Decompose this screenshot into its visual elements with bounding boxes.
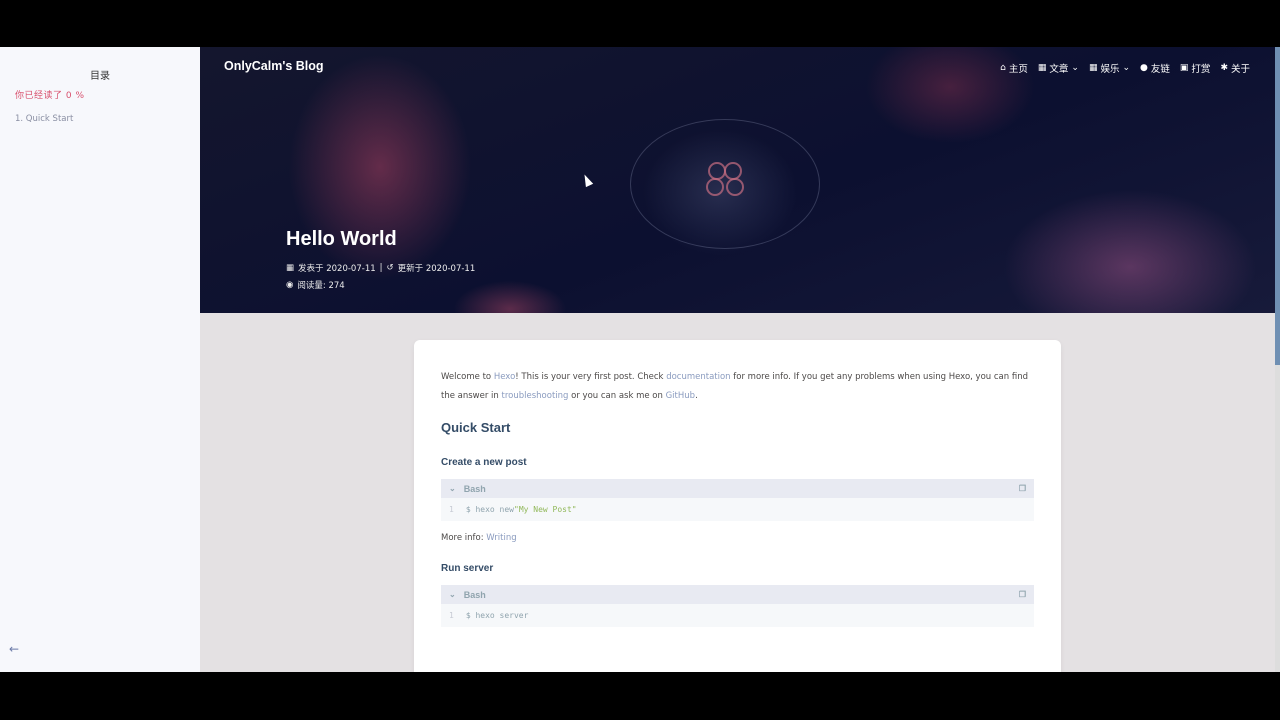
- page-scrollbar[interactable]: [1275, 47, 1280, 672]
- writing-link[interactable]: Writing: [486, 533, 516, 543]
- code-line: 1 $ hexo server: [441, 604, 1034, 627]
- menu-item-home[interactable]: ⌂ 主页: [1000, 61, 1028, 75]
- scrollbar-thumb[interactable]: [1275, 47, 1280, 365]
- main-menu: ⌂ 主页 ▦ 文章 ⌄ ▦ 娱乐 ⌄ ● 友链 ▣ 打赏 ✱ 关于: [1000, 61, 1250, 75]
- heading-create-post: Create a new post: [441, 457, 527, 468]
- hexo-link[interactable]: Hexo: [494, 372, 515, 382]
- meta-separator: |: [379, 263, 383, 273]
- published-date: 发表于 2020-07-11: [298, 264, 376, 274]
- copy-icon[interactable]: ❐: [1019, 590, 1026, 599]
- gift-icon: ▣: [1179, 63, 1189, 73]
- intro-text: or you can ask me on: [568, 391, 666, 401]
- intro-text: .: [695, 391, 698, 401]
- more-info-label: More info:: [441, 533, 487, 543]
- menu-item-articles[interactable]: ▦ 文章 ⌄: [1038, 61, 1079, 75]
- browser-viewport: 目录 你已经读了 0 % 1. Quick Start ← OnlyCalm's…: [0, 47, 1280, 672]
- calendar-icon: ▦: [286, 263, 295, 273]
- menu-label: 友链: [1150, 64, 1170, 75]
- code-block: ⌄ Bash ❐ 1 $ hexo new "My New Post": [441, 479, 1034, 521]
- jellyfish-pattern-image: [706, 162, 744, 196]
- more-info: More info: Writing: [441, 533, 1034, 543]
- menu-item-donate[interactable]: ▣ 打赏: [1180, 61, 1211, 75]
- code-command: $ hexo server: [465, 611, 529, 620]
- menu-label: 打赏: [1191, 64, 1211, 75]
- home-icon: ⌂: [1000, 63, 1006, 73]
- menu-label: 文章: [1049, 64, 1069, 75]
- documentation-link[interactable]: documentation: [666, 372, 730, 382]
- post-meta-dates: ▦ 发表于 2020-07-11 | ↺ 更新于 2020-07-11: [286, 262, 475, 274]
- menu-label: 主页: [1008, 64, 1028, 75]
- menu-item-about[interactable]: ✱ 关于: [1220, 61, 1250, 75]
- copy-icon[interactable]: ❐: [1019, 484, 1026, 493]
- menu-item-friends[interactable]: ● 友链: [1140, 61, 1170, 75]
- users-icon: ●: [1140, 63, 1148, 73]
- toc-sidebar: 目录 你已经读了 0 % 1. Quick Start ←: [0, 47, 200, 672]
- history-icon: ↺: [386, 263, 394, 273]
- code-string: "My New Post": [514, 505, 577, 514]
- site-name[interactable]: OnlyCalm's Blog: [224, 59, 324, 73]
- troubleshooting-link[interactable]: troubleshooting: [502, 391, 569, 401]
- toc-title: 目录: [90, 71, 110, 82]
- toc-item-quick-start[interactable]: 1. Quick Start: [15, 114, 73, 124]
- line-number: 1: [449, 505, 454, 514]
- eye-icon: ◉: [286, 280, 294, 290]
- chevron-down-icon[interactable]: ⌄: [449, 590, 456, 599]
- post-banner: OnlyCalm's Blog ⌂ 主页 ▦ 文章 ⌄ ▦ 娱乐 ⌄ ● 友链 …: [200, 47, 1275, 313]
- intro-paragraph: Welcome to Hexo! This is your very first…: [441, 368, 1034, 406]
- heading-quick-start: Quick Start: [441, 420, 511, 435]
- code-language: Bash: [463, 483, 486, 494]
- heading-run-server: Run server: [441, 563, 494, 574]
- arrow-left-icon[interactable]: ←: [9, 643, 19, 655]
- code-block-header: ⌄ Bash ❐: [441, 479, 1034, 498]
- menu-label: 关于: [1230, 64, 1250, 75]
- code-language: Bash: [463, 589, 486, 600]
- menu-label: 娱乐: [1100, 64, 1120, 75]
- book-icon: ▦: [1037, 63, 1047, 73]
- view-count: 阅读量: 274: [297, 281, 345, 291]
- grid-icon: ▦: [1088, 63, 1098, 73]
- line-number: 1: [449, 611, 454, 620]
- code-line: 1 $ hexo new "My New Post": [441, 498, 1034, 521]
- menu-item-entertainment[interactable]: ▦ 娱乐 ⌄: [1089, 61, 1130, 75]
- chevron-down-icon[interactable]: ⌄: [449, 484, 456, 493]
- code-block-header: ⌄ Bash ❐: [441, 585, 1034, 604]
- paw-icon: ✱: [1220, 63, 1228, 73]
- code-block: ⌄ Bash ❐ 1 $ hexo server: [441, 585, 1034, 627]
- code-command: $ hexo new: [465, 505, 514, 514]
- post-meta-views: ◉ 阅读量: 274: [286, 279, 345, 291]
- reading-progress: 你已经读了 0 %: [15, 91, 85, 101]
- chevron-down-icon: ⌄: [1122, 63, 1131, 73]
- post-content: Welcome to Hexo! This is your very first…: [414, 340, 1061, 672]
- github-link[interactable]: GitHub: [666, 391, 695, 401]
- post-title: Hello World: [286, 228, 397, 250]
- updated-date: 更新于 2020-07-11: [397, 264, 476, 274]
- mouse-cursor-icon: [580, 172, 594, 188]
- intro-text: ! This is your very first post. Check: [515, 372, 667, 382]
- intro-text: Welcome to: [441, 372, 494, 382]
- chevron-down-icon: ⌄: [1071, 63, 1079, 73]
